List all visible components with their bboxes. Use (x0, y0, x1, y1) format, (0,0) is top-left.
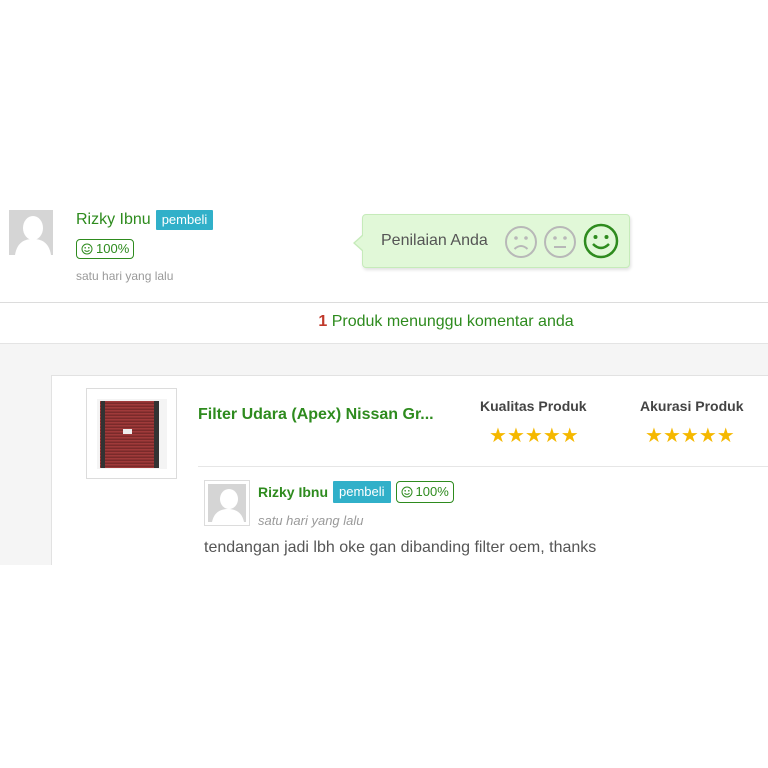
star-icon: ★ (716, 425, 735, 447)
smile-icon (401, 486, 413, 498)
comment-text: tendangan jadi lbh oke gan dibanding fil… (204, 539, 597, 556)
commenter-reputation[interactable]: 100% (395, 481, 454, 503)
sad-face-icon[interactable] (504, 225, 538, 259)
reputation-value: 100% (96, 241, 130, 256)
quality-stars: ★ ★ ★ ★ ★ (489, 426, 579, 446)
rating-bubble: Penilaian Anda (353, 214, 630, 268)
pending-notice[interactable]: 1 Produk menunggu komentar anda (0, 313, 768, 331)
role-badge: pembeli (155, 210, 214, 230)
product-thumbnail[interactable] (86, 388, 177, 479)
star-icon: ★ (645, 425, 663, 447)
comment-avatar[interactable] (204, 480, 250, 526)
commenter-reputation-value: 100% (415, 484, 449, 499)
happy-face-icon[interactable] (583, 223, 619, 259)
card-divider (198, 466, 768, 467)
star-icon: ★ (680, 425, 699, 447)
product-title[interactable]: Filter Udara (Apex) Nissan Gr... (198, 406, 452, 424)
pending-text: Produk menunggu komentar anda (331, 313, 574, 330)
star-icon: ★ (506, 425, 525, 447)
rating-prompt: Penilaian Anda (381, 232, 488, 249)
commenter-role-badge: pembeli (333, 481, 391, 503)
reputation-badge[interactable]: 100% (76, 239, 135, 259)
star-icon: ★ (542, 425, 561, 447)
comment-time: satu hari yang lalu (258, 513, 364, 528)
neutral-face-icon[interactable] (543, 225, 577, 259)
commenter-name[interactable]: Rizky Ibnu (258, 484, 328, 500)
star-icon: ★ (524, 425, 543, 447)
reviewer-name[interactable]: Rizky Ibnu (76, 211, 151, 229)
pending-count: 1 (318, 313, 328, 330)
accuracy-stars: ★ ★ ★ ★ ★ (645, 426, 735, 446)
star-icon: ★ (560, 425, 579, 447)
section-divider (0, 302, 768, 303)
star-icon: ★ (698, 425, 717, 447)
user-silhouette-icon (9, 210, 53, 255)
air-filter-image (97, 399, 167, 469)
review-time: satu hari yang lalu (76, 269, 174, 283)
review-avatar[interactable] (9, 210, 53, 255)
smile-icon (81, 243, 93, 255)
quality-label: Kualitas Produk (480, 398, 587, 414)
user-silhouette-icon (208, 484, 246, 522)
star-icon: ★ (662, 425, 681, 447)
star-icon: ★ (489, 425, 507, 447)
accuracy-label: Akurasi Produk (640, 398, 744, 414)
